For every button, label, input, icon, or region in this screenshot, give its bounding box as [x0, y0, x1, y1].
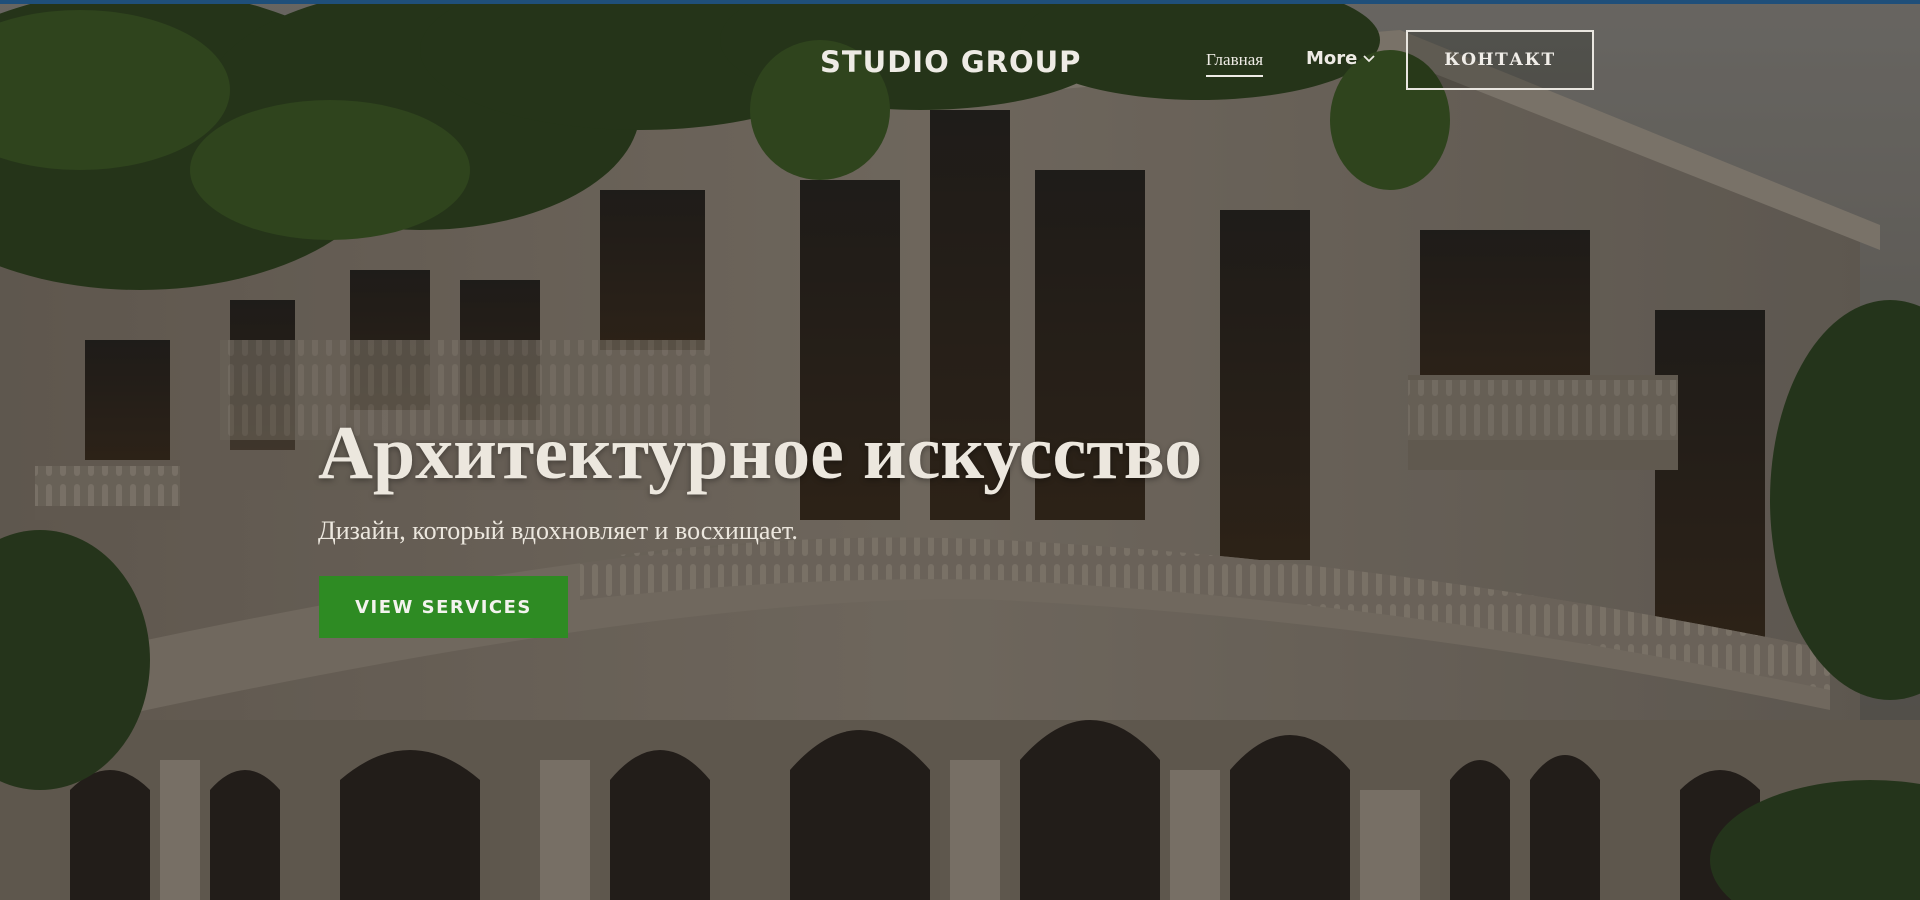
nav-more-label: More [1306, 48, 1358, 69]
hero-title: Архитектурное искусство [318, 411, 1203, 495]
top-accent-bar [0, 0, 1920, 4]
nav-more-dropdown[interactable]: More [1306, 48, 1376, 69]
hero-subtitle: Дизайн, который вдохновляет и восхищает. [318, 516, 798, 545]
site-logo[interactable]: STUDIO GROUP [820, 42, 1081, 82]
view-services-button[interactable]: VIEW SERVICES [319, 576, 568, 638]
contact-button[interactable]: КОНТАКТ [1406, 30, 1594, 90]
chevron-down-icon [1363, 54, 1376, 62]
nav-link-home[interactable]: Главная [1206, 50, 1264, 77]
